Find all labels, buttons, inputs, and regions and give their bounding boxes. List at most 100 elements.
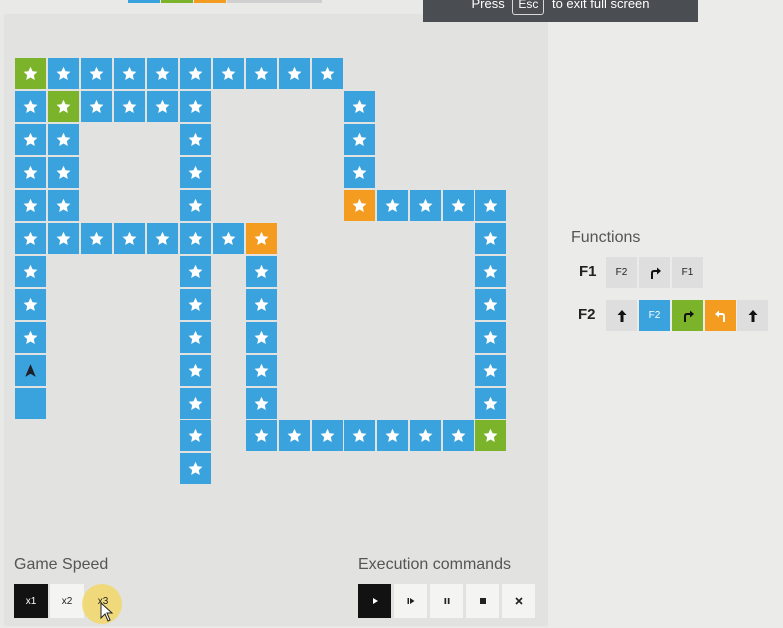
turn-right-icon (683, 310, 694, 322)
star-tile-blue (180, 355, 211, 386)
star-icon (320, 428, 335, 442)
star-icon (254, 231, 269, 245)
speed-x2-button[interactable]: x2 (50, 584, 84, 618)
star-tile-blue (246, 58, 277, 89)
play-button[interactable] (358, 584, 391, 618)
star-icon (254, 428, 269, 442)
slot-arrow-up[interactable] (606, 300, 637, 331)
star-tile-blue (344, 157, 375, 188)
star-icon (23, 297, 38, 311)
speed-x1-button[interactable]: x1 (14, 584, 48, 618)
star-icon (56, 66, 71, 80)
star-tile-blue (114, 223, 145, 254)
star-icon (188, 231, 203, 245)
close-icon (514, 597, 523, 605)
turn-left-icon (714, 310, 725, 322)
star-tile-blue (443, 420, 474, 451)
arrow-up-icon (617, 309, 626, 322)
star-tile-blue (15, 91, 46, 122)
star-icon (352, 198, 367, 212)
star-tile-blue (279, 58, 310, 89)
game-board (0, 0, 548, 628)
game-speed-label: Game Speed (14, 556, 109, 573)
star-tile-blue (180, 124, 211, 155)
star-tile-blue (475, 322, 506, 353)
star-icon (254, 396, 269, 410)
star-icon (483, 231, 498, 245)
star-icon (188, 132, 203, 146)
slot-call-f2[interactable]: F2 (606, 257, 637, 288)
star-icon (188, 363, 203, 377)
slot-turn-left[interactable] (705, 300, 736, 331)
star-tile-blue (344, 124, 375, 155)
play-icon (372, 598, 378, 604)
star-tile-blue (81, 91, 112, 122)
star-icon (155, 66, 170, 80)
star-icon (56, 198, 71, 212)
step-button[interactable] (394, 584, 427, 618)
star-tile-blue (15, 289, 46, 320)
star-tile-blue (344, 91, 375, 122)
pause-icon (444, 598, 449, 604)
slot-call-f2[interactable]: F2 (639, 300, 670, 331)
star-icon (483, 363, 498, 377)
star-icon (451, 198, 466, 212)
star-tile-blue (15, 190, 46, 221)
star-tile-blue (180, 256, 211, 287)
star-icon (188, 198, 203, 212)
functions-title: Functions (571, 229, 641, 246)
step-icon (407, 598, 414, 604)
star-icon (23, 330, 38, 344)
star-icon (352, 99, 367, 113)
star-icon (254, 363, 269, 377)
star-tile-blue (312, 420, 343, 451)
star-tile-blue (114, 91, 145, 122)
turn-right-icon (650, 267, 661, 279)
star-icon (254, 297, 269, 311)
slot-call-f1[interactable]: F1 (672, 257, 703, 288)
star-tile-blue (377, 190, 408, 221)
star-tile-blue (180, 190, 211, 221)
star-tile-blue (180, 157, 211, 188)
stop-button[interactable] (466, 584, 499, 618)
star-icon (352, 165, 367, 179)
star-icon (23, 264, 38, 278)
star-tile-blue (180, 322, 211, 353)
star-icon (56, 99, 71, 113)
empty-path-tile (15, 388, 46, 419)
star-icon (418, 198, 433, 212)
star-icon (188, 165, 203, 179)
star-tile-blue (475, 256, 506, 287)
star-tile-green (475, 420, 506, 451)
star-icon (254, 264, 269, 278)
star-icon (385, 428, 400, 442)
slot-turn-right[interactable] (672, 300, 703, 331)
star-tile-blue (246, 289, 277, 320)
star-tile-blue (147, 223, 178, 254)
function-f2-label: F2 (578, 306, 596, 323)
star-icon (451, 428, 466, 442)
star-icon (56, 165, 71, 179)
clear-button[interactable] (502, 584, 535, 618)
slot-arrow-up[interactable] (737, 300, 768, 331)
star-tile-blue (246, 355, 277, 386)
star-tile-blue (114, 58, 145, 89)
star-tile-blue (443, 190, 474, 221)
star-tile-blue (279, 420, 310, 451)
star-tile-blue (180, 453, 211, 484)
star-tile-blue (246, 322, 277, 353)
star-icon (23, 165, 38, 179)
banner-rest-text: to exit full screen (551, 0, 650, 11)
star-icon (188, 66, 203, 80)
pause-button[interactable] (430, 584, 463, 618)
player-tile (15, 355, 46, 386)
star-tile-green (15, 58, 46, 89)
star-tile-blue (15, 322, 46, 353)
star-icon (188, 330, 203, 344)
star-icon (56, 231, 71, 245)
slot-turn-right[interactable] (639, 257, 670, 288)
star-tile-blue (312, 58, 343, 89)
star-icon (483, 428, 498, 442)
star-tile-blue (213, 58, 244, 89)
star-icon (122, 99, 137, 113)
